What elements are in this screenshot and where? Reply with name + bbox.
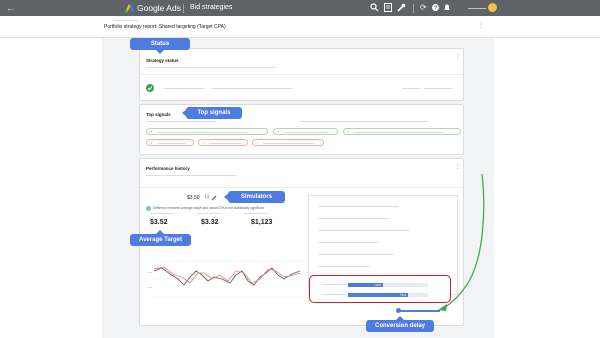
page-name: Bid strategies <box>190 4 233 11</box>
arrow-down-icon: ↓ <box>150 140 152 145</box>
more-vert-icon[interactable]: ⋮ <box>455 163 461 170</box>
bar-fill-2: 75% <box>348 293 408 297</box>
arrow-up-icon: ↑ <box>150 129 152 134</box>
panel-line <box>319 230 409 232</box>
significance-note: Difference between average target and ac… <box>153 205 265 210</box>
search-icon[interactable] <box>370 3 379 12</box>
panel-line <box>319 206 399 208</box>
metric-average-target: $3.52 <box>150 219 168 226</box>
check-circle-icon <box>146 84 154 92</box>
avatar[interactable] <box>488 3 497 12</box>
chart-series-actual <box>153 267 301 286</box>
signal-chip[interactable]: ↑ <box>273 128 338 135</box>
bar-label-line <box>322 294 346 296</box>
legend-dot <box>146 206 151 211</box>
simulator-icon[interactable]: ⊡ <box>205 194 209 200</box>
delay-slider-handle[interactable] <box>396 308 401 313</box>
breadcrumb-line <box>114 20 138 21</box>
target-cpa-value: $3.50 <box>187 195 200 201</box>
status-line-3 <box>402 88 420 90</box>
chip-text-line <box>354 131 444 133</box>
signals-subtitle-line <box>146 121 216 123</box>
callout-pointer <box>156 230 164 234</box>
callout-pointer <box>224 193 229 201</box>
callout-status: Status <box>130 38 190 50</box>
signal-chip[interactable]: ↓ <box>146 139 194 146</box>
product-name: Google Ads <box>137 3 181 13</box>
metric-actual-cpa: $3.32 <box>201 219 219 226</box>
arrow-down-icon: ↓ <box>202 140 204 145</box>
metric-label-line <box>244 213 268 215</box>
panel-line <box>319 218 389 220</box>
arrow-down-icon: ↓ <box>256 140 258 145</box>
report-more-icon[interactable]: ⋮ <box>478 22 484 29</box>
chip-text-line <box>157 142 187 144</box>
callout-pointer <box>182 109 187 117</box>
y-tick-line <box>148 287 152 289</box>
callout-pointer <box>396 316 404 320</box>
tools-icon[interactable] <box>397 3 406 12</box>
metric-conversions: $1,123 <box>251 219 273 226</box>
chip-text-line <box>157 131 247 133</box>
top-signals-title: Top signals <box>146 112 171 117</box>
top-app-bar: ← Google Ads Bid strategies ⟳ ? <box>0 0 600 16</box>
signal-chip[interactable]: ↓ <box>198 139 248 146</box>
strategy-status-title: Strategy status <box>146 58 179 63</box>
callout-top-signals: Top signals <box>186 107 242 119</box>
callout-conversion-delay: Conversion delay <box>366 320 434 332</box>
status-line-1 <box>164 88 204 90</box>
callout-pointer <box>156 50 164 54</box>
annotation-arrow <box>438 173 485 311</box>
reports-icon[interactable] <box>384 3 392 12</box>
performance-history-title: Performance history <box>146 166 190 171</box>
refresh-icon[interactable]: ⟳ <box>420 0 427 16</box>
panel-line <box>319 254 394 256</box>
chip-text-line <box>209 142 241 144</box>
panel-line <box>319 242 379 244</box>
status-line-4 <box>424 88 452 90</box>
arrow-up-icon: ↑ <box>277 129 279 134</box>
topbar-divider <box>183 4 184 13</box>
chip-text-line <box>263 142 315 144</box>
notifications-icon[interactable] <box>444 4 450 11</box>
help-icon[interactable]: ? <box>432 4 439 11</box>
card-divider <box>140 187 463 189</box>
signal-chip[interactable]: ↓ <box>252 139 324 146</box>
more-vert-icon[interactable]: ⋮ <box>455 53 461 60</box>
metric-label-line <box>150 213 174 215</box>
strategy-status-card: Strategy status ⋮ <box>139 48 464 101</box>
bar-fill-1: 44% <box>348 283 384 287</box>
chip-text-line <box>284 131 329 133</box>
google-ads-logo <box>124 4 134 13</box>
edit-pencil-icon[interactable] <box>211 195 217 201</box>
conversion-delay-bar-2: 75% <box>348 293 428 297</box>
signal-chip[interactable]: ↑ <box>146 128 268 135</box>
performance-subtitle-line <box>146 175 236 177</box>
metric-label-line <box>198 213 222 215</box>
callout-simulators: Simulators <box>228 191 285 203</box>
bar-label-line <box>322 284 346 286</box>
panel-line <box>319 266 369 268</box>
conversion-delay-bar-1: 44% <box>348 283 428 287</box>
back-arrow-icon[interactable]: ← <box>6 0 15 16</box>
signals-subtitle-line-2 <box>300 121 428 123</box>
card-divider <box>140 74 463 76</box>
performance-chart <box>153 260 304 298</box>
arrow-up-icon: ↑ <box>347 129 349 134</box>
signal-chip[interactable]: ↑ <box>343 128 461 135</box>
y-tick-line <box>148 272 152 274</box>
report-header: Portfolio strategy report: Shared target… <box>0 16 600 38</box>
account-line <box>468 8 486 9</box>
status-subtitle-line <box>146 67 276 69</box>
status-line-2 <box>212 88 292 90</box>
topbar-divider-2 <box>413 4 414 13</box>
callout-average-target: Average Target <box>130 234 191 246</box>
